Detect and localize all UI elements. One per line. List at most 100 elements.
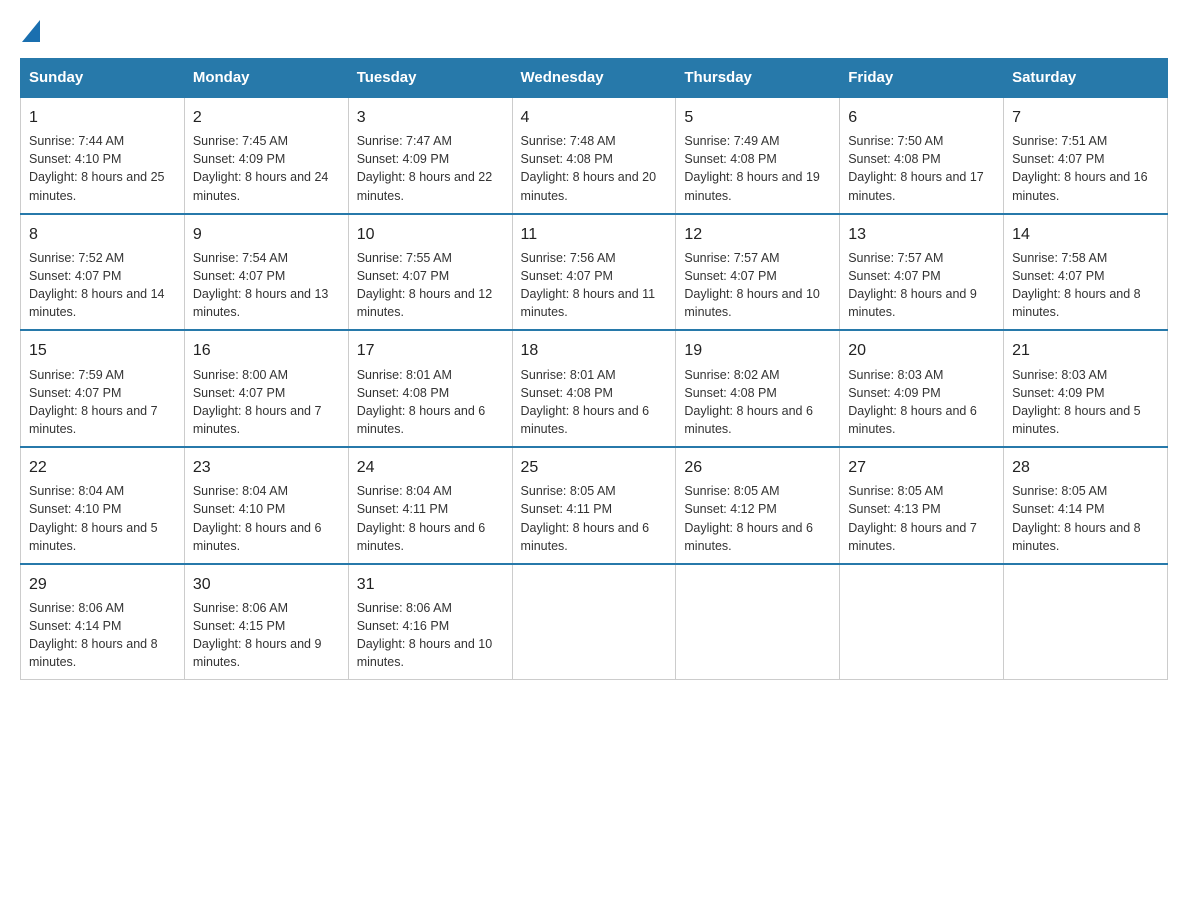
day-number: 24 bbox=[357, 456, 504, 479]
week-row-2: 8Sunrise: 7:52 AMSunset: 4:07 PMDaylight… bbox=[21, 214, 1168, 331]
day-info: Sunrise: 7:45 AMSunset: 4:09 PMDaylight:… bbox=[193, 134, 329, 202]
calendar-cell: 12 Sunrise: 7:57 AMSunset: 4:07 PMDayligh… bbox=[676, 214, 840, 331]
day-number: 8 bbox=[29, 223, 176, 246]
day-number: 3 bbox=[357, 106, 504, 129]
calendar-cell: 13 Sunrise: 7:57 AMSunset: 4:07 PMDayligh… bbox=[840, 214, 1004, 331]
day-number: 29 bbox=[29, 573, 176, 596]
day-number: 6 bbox=[848, 106, 995, 129]
day-info: Sunrise: 7:47 AMSunset: 4:09 PMDaylight:… bbox=[357, 134, 493, 202]
day-number: 17 bbox=[357, 339, 504, 362]
calendar-cell bbox=[512, 564, 676, 680]
day-number: 12 bbox=[684, 223, 831, 246]
day-info: Sunrise: 7:54 AMSunset: 4:07 PMDaylight:… bbox=[193, 251, 329, 319]
day-info: Sunrise: 7:48 AMSunset: 4:08 PMDaylight:… bbox=[521, 134, 657, 202]
day-info: Sunrise: 7:57 AMSunset: 4:07 PMDaylight:… bbox=[684, 251, 820, 319]
day-info: Sunrise: 7:44 AMSunset: 4:10 PMDaylight:… bbox=[29, 134, 165, 202]
day-info: Sunrise: 8:04 AMSunset: 4:10 PMDaylight:… bbox=[29, 484, 158, 552]
day-number: 2 bbox=[193, 106, 340, 129]
day-info: Sunrise: 8:05 AMSunset: 4:11 PMDaylight:… bbox=[521, 484, 650, 552]
day-number: 18 bbox=[521, 339, 668, 362]
day-number: 20 bbox=[848, 339, 995, 362]
day-info: Sunrise: 8:05 AMSunset: 4:14 PMDaylight:… bbox=[1012, 484, 1141, 552]
calendar-cell: 28 Sunrise: 8:05 AMSunset: 4:14 PMDayligh… bbox=[1004, 447, 1168, 564]
calendar-cell bbox=[1004, 564, 1168, 680]
day-info: Sunrise: 8:06 AMSunset: 4:14 PMDaylight:… bbox=[29, 601, 158, 669]
day-info: Sunrise: 7:49 AMSunset: 4:08 PMDaylight:… bbox=[684, 134, 820, 202]
calendar-table: SundayMondayTuesdayWednesdayThursdayFrid… bbox=[20, 58, 1168, 680]
day-info: Sunrise: 8:00 AMSunset: 4:07 PMDaylight:… bbox=[193, 368, 322, 436]
calendar-cell: 5Sunrise: 7:49 AMSunset: 4:08 PMDaylight… bbox=[676, 97, 840, 214]
page-header bbox=[20, 20, 1168, 42]
calendar-cell: 23 Sunrise: 8:04 AMSunset: 4:10 PMDayligh… bbox=[184, 447, 348, 564]
calendar-cell: 11Sunrise: 7:56 AMSunset: 4:07 PMDayligh… bbox=[512, 214, 676, 331]
day-info: Sunrise: 8:01 AMSunset: 4:08 PMDaylight:… bbox=[521, 368, 650, 436]
calendar-cell: 3 Sunrise: 7:47 AMSunset: 4:09 PMDaylight… bbox=[348, 97, 512, 214]
day-info: Sunrise: 7:56 AMSunset: 4:07 PMDaylight:… bbox=[521, 251, 656, 319]
day-info: Sunrise: 7:57 AMSunset: 4:07 PMDaylight:… bbox=[848, 251, 977, 319]
day-number: 14 bbox=[1012, 223, 1159, 246]
day-info: Sunrise: 7:59 AMSunset: 4:07 PMDaylight:… bbox=[29, 368, 158, 436]
day-number: 4 bbox=[521, 106, 668, 129]
calendar-cell: 29 Sunrise: 8:06 AMSunset: 4:14 PMDayligh… bbox=[21, 564, 185, 680]
day-info: Sunrise: 8:03 AMSunset: 4:09 PMDaylight:… bbox=[1012, 368, 1141, 436]
calendar-cell: 31Sunrise: 8:06 AMSunset: 4:16 PMDayligh… bbox=[348, 564, 512, 680]
day-info: Sunrise: 8:02 AMSunset: 4:08 PMDaylight:… bbox=[684, 368, 813, 436]
day-number: 7 bbox=[1012, 106, 1159, 129]
calendar-cell: 25 Sunrise: 8:05 AMSunset: 4:11 PMDayligh… bbox=[512, 447, 676, 564]
weekday-header-sunday: Sunday bbox=[21, 59, 185, 98]
calendar-cell: 30 Sunrise: 8:06 AMSunset: 4:15 PMDayligh… bbox=[184, 564, 348, 680]
day-number: 22 bbox=[29, 456, 176, 479]
week-row-3: 15 Sunrise: 7:59 AMSunset: 4:07 PMDayligh… bbox=[21, 330, 1168, 447]
calendar-cell: 2 Sunrise: 7:45 AMSunset: 4:09 PMDaylight… bbox=[184, 97, 348, 214]
weekday-header-thursday: Thursday bbox=[676, 59, 840, 98]
day-number: 31 bbox=[357, 573, 504, 596]
calendar-cell: 14 Sunrise: 7:58 AMSunset: 4:07 PMDayligh… bbox=[1004, 214, 1168, 331]
day-number: 13 bbox=[848, 223, 995, 246]
calendar-cell: 7 Sunrise: 7:51 AMSunset: 4:07 PMDaylight… bbox=[1004, 97, 1168, 214]
calendar-cell: 19 Sunrise: 8:02 AMSunset: 4:08 PMDayligh… bbox=[676, 330, 840, 447]
weekday-header-saturday: Saturday bbox=[1004, 59, 1168, 98]
calendar-cell: 15 Sunrise: 7:59 AMSunset: 4:07 PMDayligh… bbox=[21, 330, 185, 447]
calendar-cell: 1Sunrise: 7:44 AMSunset: 4:10 PMDaylight… bbox=[21, 97, 185, 214]
day-number: 28 bbox=[1012, 456, 1159, 479]
calendar-cell: 21 Sunrise: 8:03 AMSunset: 4:09 PMDayligh… bbox=[1004, 330, 1168, 447]
day-info: Sunrise: 7:58 AMSunset: 4:07 PMDaylight:… bbox=[1012, 251, 1141, 319]
calendar-cell: 4 Sunrise: 7:48 AMSunset: 4:08 PMDaylight… bbox=[512, 97, 676, 214]
calendar-cell: 20 Sunrise: 8:03 AMSunset: 4:09 PMDayligh… bbox=[840, 330, 1004, 447]
day-number: 27 bbox=[848, 456, 995, 479]
weekday-header-tuesday: Tuesday bbox=[348, 59, 512, 98]
day-number: 9 bbox=[193, 223, 340, 246]
day-info: Sunrise: 8:04 AMSunset: 4:10 PMDaylight:… bbox=[193, 484, 322, 552]
calendar-cell: 17 Sunrise: 8:01 AMSunset: 4:08 PMDayligh… bbox=[348, 330, 512, 447]
calendar-cell: 6 Sunrise: 7:50 AMSunset: 4:08 PMDaylight… bbox=[840, 97, 1004, 214]
calendar-cell: 9 Sunrise: 7:54 AMSunset: 4:07 PMDaylight… bbox=[184, 214, 348, 331]
calendar-cell bbox=[840, 564, 1004, 680]
day-number: 10 bbox=[357, 223, 504, 246]
week-row-1: 1Sunrise: 7:44 AMSunset: 4:10 PMDaylight… bbox=[21, 97, 1168, 214]
calendar-cell: 26Sunrise: 8:05 AMSunset: 4:12 PMDayligh… bbox=[676, 447, 840, 564]
day-info: Sunrise: 8:06 AMSunset: 4:15 PMDaylight:… bbox=[193, 601, 322, 669]
day-number: 15 bbox=[29, 339, 176, 362]
day-info: Sunrise: 7:55 AMSunset: 4:07 PMDaylight:… bbox=[357, 251, 493, 319]
day-number: 25 bbox=[521, 456, 668, 479]
calendar-cell: 27 Sunrise: 8:05 AMSunset: 4:13 PMDayligh… bbox=[840, 447, 1004, 564]
day-info: Sunrise: 8:01 AMSunset: 4:08 PMDaylight:… bbox=[357, 368, 486, 436]
day-number: 30 bbox=[193, 573, 340, 596]
day-info: Sunrise: 7:51 AMSunset: 4:07 PMDaylight:… bbox=[1012, 134, 1148, 202]
weekday-header-row: SundayMondayTuesdayWednesdayThursdayFrid… bbox=[21, 59, 1168, 98]
day-info: Sunrise: 8:04 AMSunset: 4:11 PMDaylight:… bbox=[357, 484, 486, 552]
day-number: 19 bbox=[684, 339, 831, 362]
day-number: 26 bbox=[684, 456, 831, 479]
weekday-header-wednesday: Wednesday bbox=[512, 59, 676, 98]
week-row-5: 29 Sunrise: 8:06 AMSunset: 4:14 PMDayligh… bbox=[21, 564, 1168, 680]
day-number: 23 bbox=[193, 456, 340, 479]
day-info: Sunrise: 7:50 AMSunset: 4:08 PMDaylight:… bbox=[848, 134, 984, 202]
day-info: Sunrise: 8:05 AMSunset: 4:13 PMDaylight:… bbox=[848, 484, 977, 552]
day-number: 21 bbox=[1012, 339, 1159, 362]
calendar-cell: 10 Sunrise: 7:55 AMSunset: 4:07 PMDayligh… bbox=[348, 214, 512, 331]
logo bbox=[20, 20, 40, 42]
logo-triangle-icon bbox=[22, 20, 40, 42]
day-info: Sunrise: 8:03 AMSunset: 4:09 PMDaylight:… bbox=[848, 368, 977, 436]
calendar-cell bbox=[676, 564, 840, 680]
calendar-cell: 18 Sunrise: 8:01 AMSunset: 4:08 PMDayligh… bbox=[512, 330, 676, 447]
